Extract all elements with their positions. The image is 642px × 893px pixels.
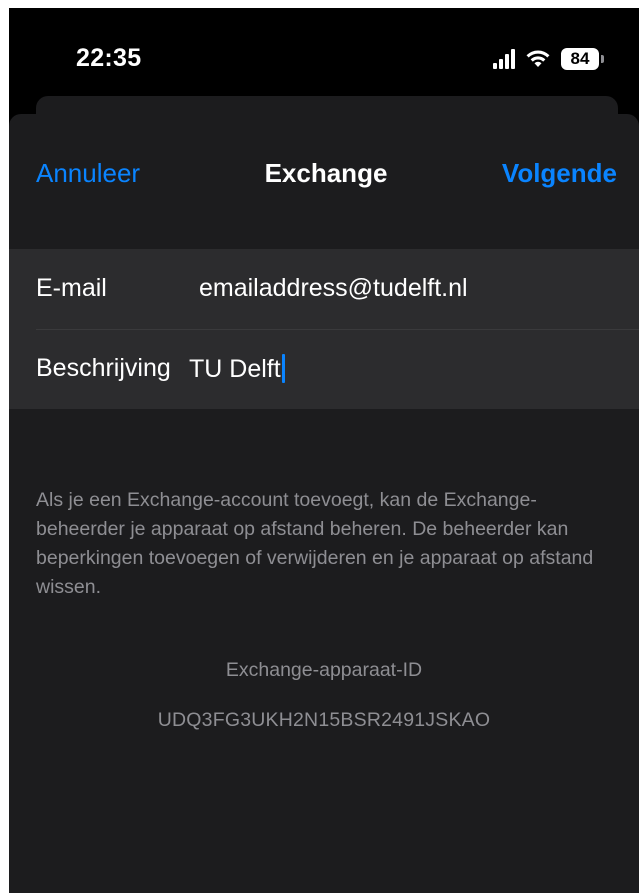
battery-icon: 84 — [561, 48, 604, 70]
description-value: TU Delft — [189, 355, 281, 383]
cellular-signal-icon — [493, 49, 515, 69]
exchange-notice: Als je een Exchange-account toevoegt, ka… — [36, 489, 594, 598]
description-row[interactable]: Beschrijving TU Delft — [9, 329, 639, 409]
email-field[interactable]: emailaddress@tudelft.nl — [199, 274, 468, 303]
status-bar-icons: 84 — [493, 46, 604, 72]
next-button[interactable]: Volgende — [502, 158, 617, 189]
device-id-value: UDQ3FG3UKH2N15BSR2491JSKAO — [157, 709, 491, 731]
wifi-icon — [526, 50, 550, 67]
text-cursor — [281, 354, 285, 383]
status-bar-time: 22:35 — [76, 44, 142, 72]
device-id-label: Exchange-apparaat-ID — [225, 659, 423, 681]
exchange-sheet: Annuleer Exchange Volgende E-mail emaila… — [9, 114, 639, 893]
phone-screen: 22:35 84 Annuleer Exchange Volgende E-ma… — [9, 8, 639, 893]
account-form: E-mail emailaddress@tudelft.nl Beschrijv… — [9, 249, 639, 409]
description-field[interactable]: TU Delft — [189, 354, 285, 384]
email-label: E-mail — [36, 274, 107, 302]
description-label: Beschrijving — [36, 354, 171, 382]
email-row[interactable]: E-mail emailaddress@tudelft.nl — [9, 249, 639, 329]
